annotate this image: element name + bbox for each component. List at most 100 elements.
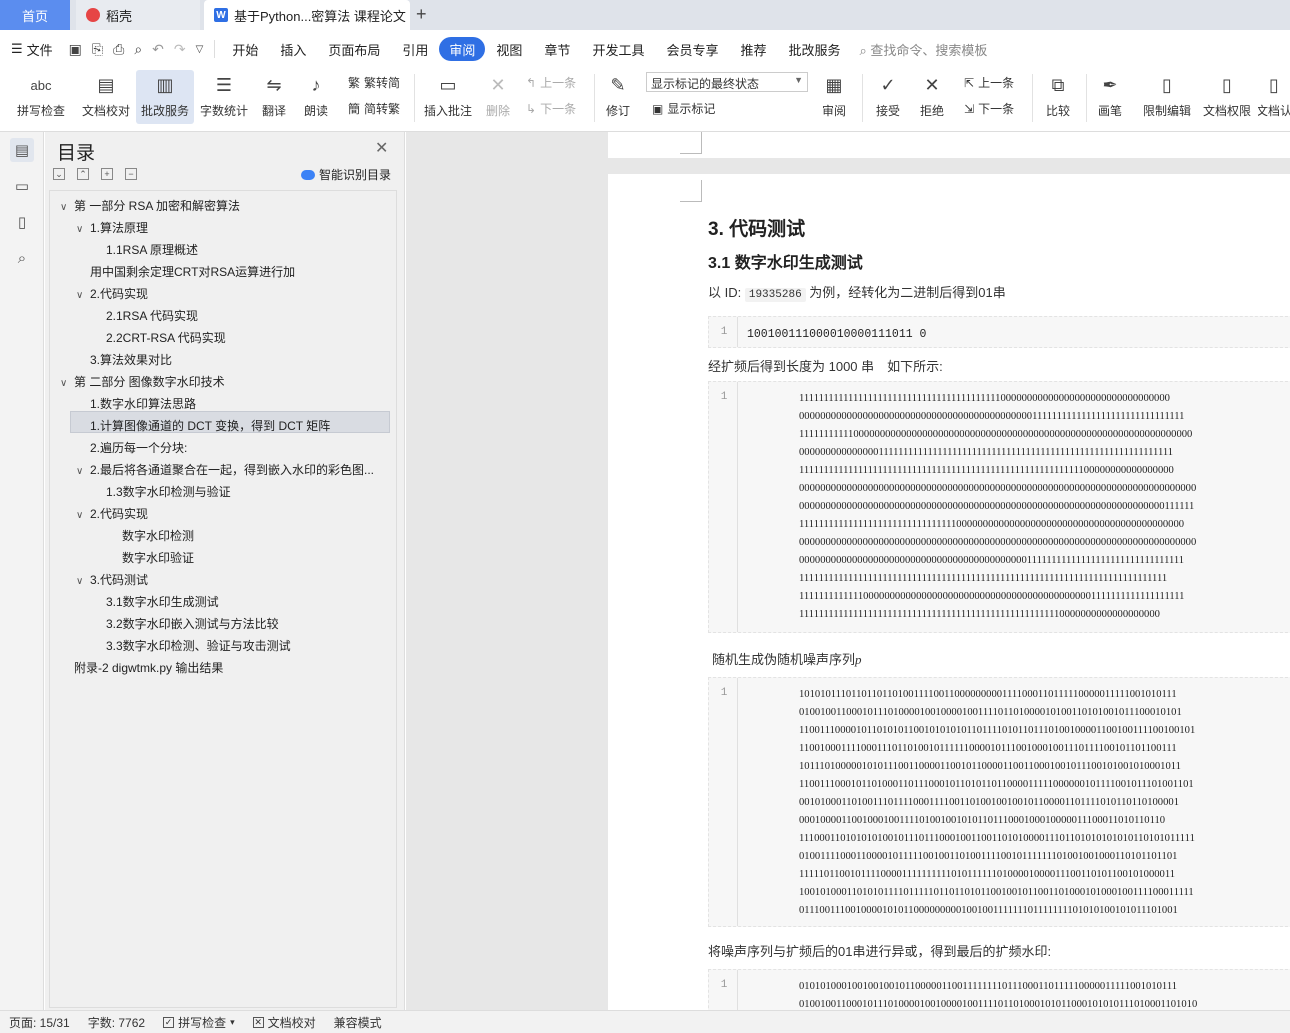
toc-item[interactable]: 1.计算图像通道的 DCT 变换，得到 DCT 矩阵 [90, 415, 330, 437]
toc-item[interactable]: ∨ 第 二部分 图像数字水印技术 [60, 371, 225, 393]
comment-icon: ▭ [439, 74, 457, 95]
chevron-down-icon[interactable]: ∨ [76, 571, 90, 593]
toc-item[interactable]: 用中国剩余定理CRT对RSA运算进行加 [90, 261, 295, 283]
doc-cert-button[interactable]: ▯ 文档认 [1258, 70, 1290, 119]
quick-access-dropdown-icon[interactable]: ▽ [191, 44, 209, 55]
insert-comment-button[interactable]: ▭ 插入批注 [422, 70, 474, 119]
doc-proofread-button[interactable]: ▤ 文档校对 [80, 70, 132, 119]
toc-item[interactable]: 3.1数字水印生成测试 [106, 591, 219, 613]
page-indicator[interactable]: 页面: 15/31 [0, 1014, 79, 1031]
smart-toc-button[interactable]: 智能识别目录 [301, 166, 391, 183]
markup-state-select[interactable]: 显示标记的最终状态 ▼ [646, 72, 808, 92]
accept-button[interactable]: ✓ 接受 [870, 70, 906, 119]
tab-daoke[interactable]: 稻壳 [76, 0, 200, 30]
chevron-down-icon[interactable]: ∨ [76, 505, 90, 527]
print-preview-icon[interactable]: ⌕ [129, 41, 147, 58]
menu-start[interactable]: 开始 [221, 37, 269, 61]
toc-item[interactable]: ∨ 2.代码实现 [76, 283, 148, 305]
redo-icon[interactable]: ↷ [169, 41, 191, 58]
compare-button[interactable]: ⧉ 比较 [1040, 70, 1076, 119]
tab-document[interactable]: W 基于Python...密算法 课程论文 [204, 0, 410, 30]
toc-item[interactable]: 1.1RSA 原理概述 [106, 239, 198, 261]
document-page[interactable]: 3. 代码测试 3.1 数字水印生成测试 以 ID: 19335286 为例，经… [608, 174, 1290, 1010]
toc-item[interactable]: ∨ 2.代码实现 [76, 503, 148, 525]
export-icon[interactable]: ⎘ [87, 41, 108, 58]
toc-item[interactable]: ∨ 2.最后将各通道聚合在一起，得到嵌入水印的彩色图... [76, 459, 374, 481]
review-pane-button[interactable]: ▦ 审阅 [816, 70, 852, 119]
search-icon[interactable]: ⌕ [10, 246, 34, 270]
chevron-down-icon[interactable]: ∨ [76, 285, 90, 307]
code-line: 100100111000010000111011 0 [747, 328, 927, 341]
code-block-binary[interactable]: 1 100100111000010000111011 0 [708, 316, 1290, 348]
bookmark-icon[interactable]: ▯ [10, 210, 34, 234]
toc-item[interactable]: 1.3数字水印检测与验证 [106, 481, 231, 503]
code-block-noise[interactable]: 1 10101011101101101101001111001100000000… [708, 677, 1290, 927]
prev-change-label: 上一条 [978, 76, 1015, 90]
toc-item[interactable]: 3.算法效果对比 [90, 349, 172, 371]
next-change-button[interactable]: ⇲ 下一条 [964, 100, 1014, 117]
word-count-button[interactable]: ☰ 字数统计 [198, 70, 250, 119]
toc-item[interactable]: 3.2数字水印嵌入测试与方法比较 [106, 613, 279, 635]
toc-item[interactable]: 2.遍历每一个分块: [90, 437, 187, 459]
add-heading-icon[interactable]: + [101, 168, 113, 180]
file-menu[interactable]: ☰ 文件 [0, 37, 64, 61]
simp-to-trad-button[interactable]: 簡简转繁 [348, 100, 400, 117]
track-changes-button[interactable]: ✎ 修订 [600, 70, 636, 119]
word-count-indicator[interactable]: 字数: 7762 [79, 1014, 154, 1031]
section-nav-icon[interactable]: ▭ [10, 174, 34, 198]
chevron-down-icon[interactable]: ∨ [60, 373, 74, 395]
toc-item[interactable]: 3.3数字水印检测、验证与攻击测试 [106, 635, 291, 657]
print-icon[interactable]: ⎙ [108, 41, 129, 58]
chevron-down-icon[interactable]: ∨ [76, 219, 90, 241]
show-markup-button[interactable]: ▣ 显示标记 [652, 100, 715, 117]
menu-review[interactable]: 审阅 [439, 37, 486, 61]
menu-view[interactable]: 视图 [485, 37, 533, 61]
toc-item[interactable]: ∨ 1.算法原理 [76, 217, 148, 239]
toc-item[interactable]: 2.1RSA 代码实现 [106, 305, 198, 327]
code-block-xor[interactable]: 1 01010100010010010010110000011001111111… [708, 969, 1290, 1010]
remove-heading-icon[interactable]: − [125, 168, 137, 180]
chevron-down-icon[interactable]: ∨ [76, 461, 90, 483]
tab-home[interactable]: 首页 [0, 0, 70, 30]
read-aloud-button[interactable]: ♪ 朗读 [300, 70, 332, 119]
toc-item[interactable]: 1.数字水印算法思路 [90, 393, 196, 415]
undo-icon[interactable]: ↶ [147, 41, 169, 58]
reject-button[interactable]: ✕ 拒绝 [914, 70, 950, 119]
translate-button[interactable]: ⇋ 翻译 [256, 70, 292, 119]
menu-insert[interactable]: 插入 [269, 37, 317, 61]
review-service-button[interactable]: ▥ 批改服务 [136, 70, 194, 124]
toc-item[interactable]: 2.2CRT-RSA 代码实现 [106, 327, 226, 349]
menu-layout[interactable]: 页面布局 [317, 37, 391, 61]
toc-item[interactable]: 附录-2 digwtmk.py 输出结果 [74, 657, 223, 679]
new-tab-button[interactable]: + [416, 4, 427, 25]
menu-chapter[interactable]: 章节 [533, 37, 581, 61]
prev-comment-button[interactable]: ↰ 上一条 [526, 74, 576, 91]
toc-item[interactable]: 数字水印验证 [122, 547, 194, 569]
expand-all-icon[interactable]: ⌃ [77, 168, 89, 180]
menu-devtools[interactable]: 开发工具 [581, 37, 655, 61]
pen-button[interactable]: ✒ 画笔 [1094, 70, 1126, 119]
command-search[interactable]: ⌕ 查找命令、搜索模板 [860, 40, 988, 59]
next-comment-button[interactable]: ↳ 下一条 [526, 100, 576, 117]
close-icon[interactable]: ✕ [375, 138, 388, 158]
restrict-edit-button[interactable]: ▯ 限制编辑 [1140, 70, 1194, 119]
status-doc-proofread[interactable]: ✕ 文档校对 [244, 1014, 325, 1031]
toc-panel-icon[interactable]: ▤ [10, 138, 34, 162]
menu-review-service[interactable]: 批改服务 [777, 37, 851, 61]
trad-to-simp-button[interactable]: 繁繁转简 [348, 74, 400, 91]
save-icon[interactable]: ▣ [64, 41, 87, 58]
menu-recommend[interactable]: 推荐 [729, 37, 777, 61]
menu-reference[interactable]: 引用 [391, 37, 439, 61]
code-block-spread[interactable]: 1 11111111111111111111111111111111111111… [708, 381, 1290, 633]
toc-item[interactable]: ∨ 3.代码测试 [76, 569, 148, 591]
toc-item[interactable]: 数字水印检测 [122, 525, 194, 547]
menu-member[interactable]: 会员专享 [655, 37, 729, 61]
chevron-down-icon[interactable]: ∨ [60, 197, 74, 219]
prev-change-button[interactable]: ⇱ 上一条 [964, 74, 1014, 91]
status-spell-check[interactable]: ✓ 拼写检查 ▾ [154, 1014, 244, 1031]
spell-check-button[interactable]: abc 拼写检查 [12, 70, 70, 119]
collapse-all-icon[interactable]: ⌄ [53, 168, 65, 180]
delete-comment-button[interactable]: ✕ 删除 [480, 70, 516, 119]
doc-permission-button[interactable]: ▯ 文档权限 [1200, 70, 1254, 119]
toc-item[interactable]: ∨ 第 一部分 RSA 加密和解密算法 [60, 195, 240, 217]
